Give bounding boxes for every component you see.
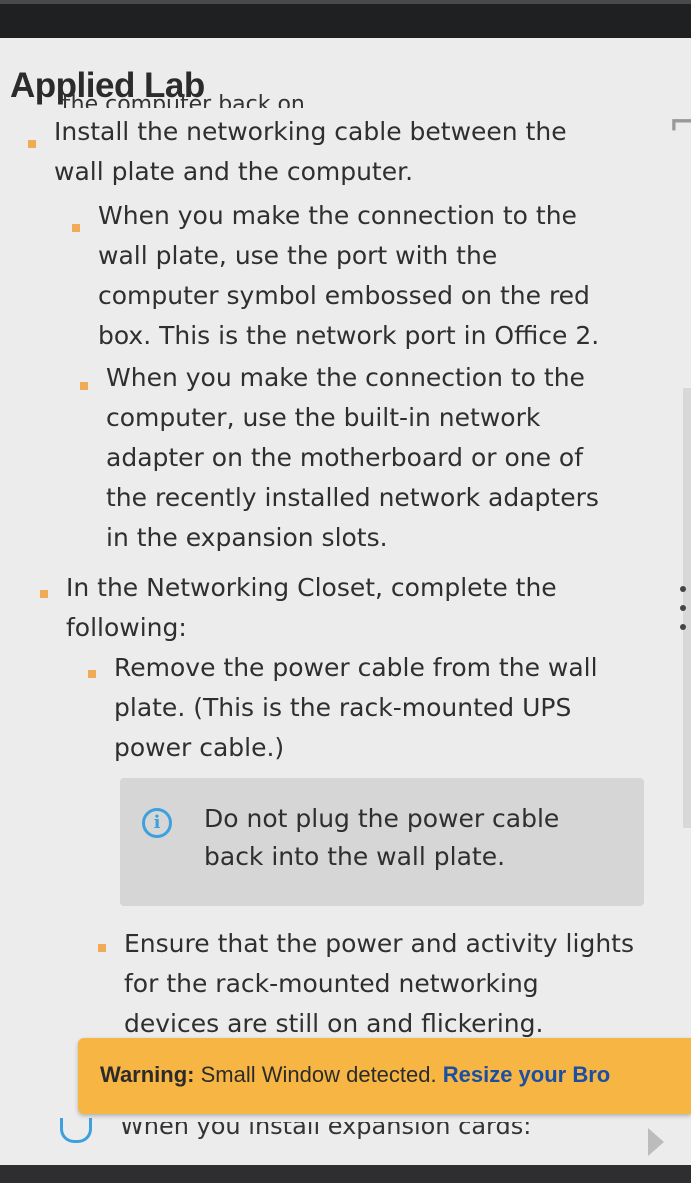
list-item-line: When you make the connection to the	[106, 363, 585, 392]
bullet-icon	[98, 944, 106, 952]
list-item-line: Install the networking cable between the	[54, 117, 567, 146]
list-item-line: power cable.)	[114, 733, 285, 762]
info-icon	[60, 1118, 92, 1143]
clipped-next-line: When you install expansion cards:	[120, 1122, 532, 1140]
clipped-previous-line: the computer back on.	[62, 92, 312, 108]
list-item: Ensure that the power and activity light…	[124, 924, 634, 1044]
note-line: Do not plug the power cable	[204, 804, 560, 833]
bullet-icon	[28, 140, 36, 148]
list-item-line: wall plate and the computer.	[54, 157, 414, 186]
list-item: When you make the connection to the wall…	[98, 196, 599, 356]
list-item-line: computer, use the built-in network	[106, 403, 541, 432]
bullet-icon	[80, 382, 88, 390]
warning-banner: Warning: Small Window detected. Resize y…	[78, 1038, 691, 1114]
list-item-line: Remove the power cable from the wall	[114, 653, 598, 682]
list-item-line: adapter on the motherboard or one of	[106, 443, 584, 472]
list-item-line: following:	[66, 613, 187, 642]
note-line: back into the wall plate.	[204, 842, 506, 871]
list-item-line: In the Networking Closet, complete the	[66, 573, 557, 602]
bottom-edge	[0, 1165, 691, 1183]
list-item-line: box. This is the network port in Office …	[98, 321, 600, 350]
next-arrow-icon[interactable]	[648, 1128, 664, 1156]
list-item: Remove the power cable from the wall pla…	[114, 648, 598, 768]
lab-instructions-panel: Applied Lab the computer back on. ⌐ Inst…	[0, 38, 691, 1165]
top-bar-accent	[0, 0, 691, 4]
list-item-line: computer symbol embossed on the red	[98, 281, 590, 310]
info-icon: i	[142, 808, 172, 838]
browser-top-bar	[0, 0, 691, 38]
bullet-icon	[72, 224, 80, 232]
list-item-line: When you make the connection to the	[98, 201, 577, 230]
list-item: When you make the connection to the comp…	[106, 358, 599, 558]
note-text: Do not plug the power cable back into th…	[204, 800, 559, 876]
bullet-icon	[40, 590, 48, 598]
more-options-icon[interactable]	[676, 586, 690, 630]
warning-label: Warning:	[100, 1062, 195, 1087]
list-item: Install the networking cable between the…	[54, 112, 567, 192]
warning-message: Small Window detected.	[194, 1062, 443, 1087]
mouse-cursor-icon: ⌐	[668, 100, 691, 146]
warning-text: Warning: Small Window detected. Resize y…	[100, 1062, 610, 1088]
list-item-line: plate. (This is the rack-mounted UPS	[114, 693, 572, 722]
list-item-line: the recently installed network adapters	[106, 483, 599, 512]
bullet-icon	[88, 670, 96, 678]
list-item-line: for the rack-mounted networking	[124, 969, 539, 998]
info-note: i Do not plug the power cable back into …	[120, 778, 644, 906]
list-item: In the Networking Closet, complete the f…	[66, 568, 557, 648]
resize-browser-link[interactable]: Resize your Bro	[443, 1062, 611, 1087]
list-item-line: wall plate, use the port with the	[98, 241, 498, 270]
list-item-line: Ensure that the power and activity light…	[124, 929, 634, 958]
list-item-line: in the expansion slots.	[106, 523, 388, 552]
